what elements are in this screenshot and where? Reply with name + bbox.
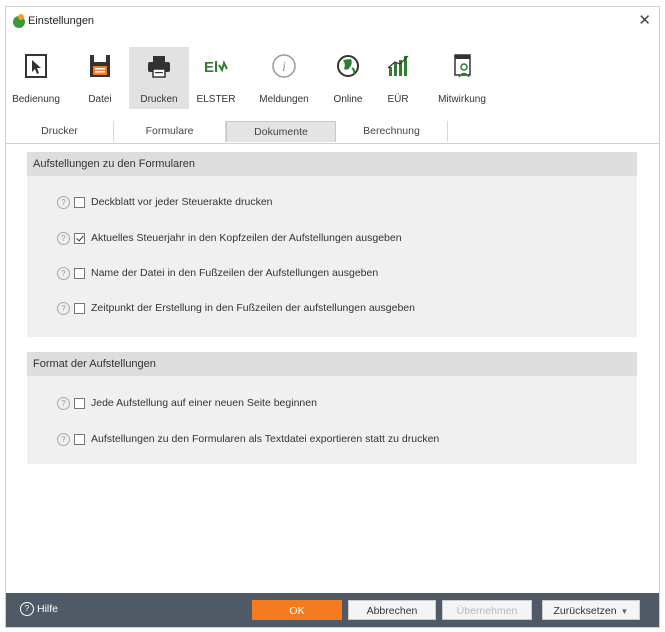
help-icon[interactable]: ? bbox=[57, 231, 70, 245]
elster-icon: El bbox=[204, 59, 228, 76]
toolbar-item-elster[interactable]: El ELSTER bbox=[194, 47, 238, 109]
section-title: Format der Aufstellungen bbox=[27, 352, 637, 376]
svg-text:i: i bbox=[282, 60, 286, 75]
checkbox-neue-seite[interactable] bbox=[74, 397, 85, 409]
help-link[interactable]: ? Hilfe bbox=[20, 602, 58, 616]
help-icon[interactable]: ? bbox=[57, 432, 70, 446]
title-bar: Einstellungen ✕ bbox=[6, 7, 659, 37]
checkbox-steuerjahr-kopfzeilen[interactable] bbox=[74, 232, 85, 244]
reset-button[interactable]: Zurücksetzen ▼ bbox=[542, 600, 640, 620]
option-textdatei-export: ? Aufstellungen zu den Formularen als Tex… bbox=[57, 431, 439, 447]
tab-drucker[interactable]: Drucker bbox=[6, 121, 114, 142]
app-logo-icon bbox=[13, 14, 25, 28]
help-icon[interactable]: ? bbox=[57, 195, 70, 209]
svg-text:El: El bbox=[204, 59, 218, 76]
tab-bar: Drucker Formulare Dokumente Berechnung bbox=[6, 121, 659, 144]
close-icon[interactable]: ✕ bbox=[638, 12, 651, 30]
help-icon[interactable]: ? bbox=[57, 396, 70, 410]
option-zeitpunkt-fusszeilen: ? Zeitpunkt der Erstellung in den Fußzeil… bbox=[57, 300, 415, 316]
bar-chart-icon bbox=[387, 55, 409, 76]
tab-formulare[interactable]: Formulare bbox=[114, 121, 226, 142]
toolbar-item-online[interactable]: Online bbox=[326, 47, 370, 109]
section-title: Aufstellungen zu den Formularen bbox=[27, 152, 637, 176]
checkbox-textdatei-export[interactable] bbox=[74, 433, 85, 445]
option-neue-seite: ? Jede Aufstellung auf einer neuen Seite … bbox=[57, 395, 317, 411]
checkbox-zeitpunkt-fusszeilen[interactable] bbox=[74, 302, 85, 314]
checkbox-dateiname-fusszeilen[interactable] bbox=[74, 267, 85, 279]
dialog-footer: ? Hilfe OK Abbrechen Übernehmen Zurückset… bbox=[6, 593, 659, 627]
info-icon: i bbox=[272, 54, 296, 78]
ok-button[interactable]: OK bbox=[252, 600, 342, 620]
person-document-icon bbox=[454, 54, 471, 78]
floppy-disk-icon bbox=[90, 55, 110, 77]
toolbar-item-mitwirkung[interactable]: Mitwirkung bbox=[430, 47, 494, 109]
option-deckblatt: ? Deckblatt vor jeder Steuerakte drucken bbox=[57, 194, 273, 210]
globe-icon bbox=[337, 55, 359, 77]
option-steuerjahr-kopfzeilen: ? Aktuelles Steuerjahr in den Kopfzeilen … bbox=[57, 230, 402, 246]
option-dateiname-fusszeilen: ? Name der Datei in den Fußzeilen der Auf… bbox=[57, 265, 378, 281]
toolbar-item-drucken[interactable]: Drucken bbox=[129, 47, 189, 109]
section-format: Format der Aufstellungen ? Jede Aufstellu… bbox=[27, 352, 637, 464]
help-icon: ? bbox=[20, 602, 34, 616]
cancel-button[interactable]: Abbrechen bbox=[348, 600, 436, 620]
window-title: Einstellungen bbox=[28, 15, 95, 27]
category-toolbar: Bedienung Datei Drucken El ELSTER i Meld… bbox=[6, 41, 659, 113]
toolbar-item-bedienung[interactable]: Bedienung bbox=[10, 47, 62, 109]
tab-dokumente[interactable]: Dokumente bbox=[226, 121, 336, 142]
toolbar-item-eur[interactable]: EÜR bbox=[380, 47, 416, 109]
settings-dialog: Einstellungen ✕ Bedienung Datei Drucken … bbox=[5, 6, 660, 628]
toolbar-item-meldungen[interactable]: i Meldungen bbox=[252, 47, 316, 109]
tab-berechnung[interactable]: Berechnung bbox=[336, 121, 448, 142]
apply-button[interactable]: Übernehmen bbox=[442, 600, 532, 620]
toolbar-item-datei[interactable]: Datei bbox=[80, 47, 120, 109]
help-icon[interactable]: ? bbox=[57, 301, 70, 315]
section-aufstellungen: Aufstellungen zu den Formularen ? Deckbla… bbox=[27, 152, 637, 337]
cursor-window-icon bbox=[25, 54, 47, 78]
chevron-down-icon: ▼ bbox=[620, 607, 629, 616]
printer-icon bbox=[148, 56, 170, 78]
checkbox-deckblatt[interactable] bbox=[74, 196, 85, 208]
help-icon[interactable]: ? bbox=[57, 266, 70, 280]
